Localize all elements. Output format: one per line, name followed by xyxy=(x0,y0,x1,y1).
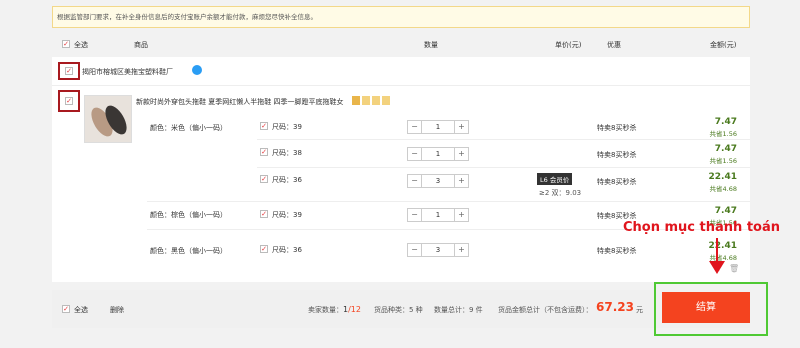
sku-checkbox[interactable] xyxy=(260,122,268,130)
decrease-button[interactable]: − xyxy=(408,175,422,187)
cart-card: 揭阳市榕城区美拖宝塑料鞋厂 新款时尚外穿包头拖鞋 夏季网红懒人半拖鞋 四季一脚蹬… xyxy=(52,57,750,282)
goods-total-label: 货品金额总计（不包含运费）： xyxy=(498,306,593,314)
sku-size: 尺码：39 xyxy=(272,123,302,131)
product-thumbnail[interactable] xyxy=(84,95,132,143)
sku-savings: 共省1.56 xyxy=(709,157,737,165)
quantity-total: 数量总计：9 件 xyxy=(434,306,483,314)
sku-size: 尺码：36 xyxy=(272,246,302,254)
sku-amount: 7.47 xyxy=(714,117,737,127)
currency-unit: 元 xyxy=(636,306,643,314)
quantity-stepper[interactable]: − 1 + xyxy=(407,120,469,134)
seller-count: 卖家数量：1/12 xyxy=(308,305,361,315)
amount-column-header: 金额(元) xyxy=(710,41,737,49)
wangwang-chat-icon[interactable] xyxy=(192,65,202,75)
promo-label: 特卖8买秒杀 xyxy=(597,124,637,132)
quantity-input[interactable]: 3 xyxy=(422,175,454,187)
divider xyxy=(257,167,750,168)
sku-amount: 22.41 xyxy=(708,172,737,182)
annotation-arrow-icon xyxy=(709,238,725,274)
quantity-input[interactable]: 1 xyxy=(422,121,454,133)
sku-size: 尺码：39 xyxy=(272,211,302,219)
tier-price: ≥2 双：9.03 xyxy=(539,189,582,197)
checkout-bar: 全选 删除 卖家数量：1/12 货品种类：5 种 数量总计：9 件 货品金额总计… xyxy=(52,290,750,328)
divider xyxy=(147,201,750,202)
sku-color: 颜色：米色（偏小一码） xyxy=(150,124,227,132)
table-header: 全选 商品 数量 单价(元) 优惠 金额(元) xyxy=(52,36,750,54)
increase-button[interactable]: + xyxy=(454,244,468,256)
sku-amount: 7.47 xyxy=(714,144,737,154)
badge-icon xyxy=(352,96,360,105)
seller-count-label: 卖家数量： xyxy=(308,306,343,314)
decrease-button[interactable]: − xyxy=(408,209,422,221)
shop-name[interactable]: 揭阳市榕城区美拖宝塑料鞋厂 xyxy=(82,67,173,77)
sku-size: 尺码：38 xyxy=(272,149,302,157)
unit-price-column-header: 单价(元) xyxy=(555,41,582,49)
divider xyxy=(257,139,750,140)
quantity-stepper[interactable]: − 3 + xyxy=(407,174,469,188)
sku-checkbox[interactable] xyxy=(260,210,268,218)
footer-select-all-checkbox[interactable] xyxy=(62,305,70,313)
sku-checkbox[interactable] xyxy=(260,245,268,253)
quantity-stepper[interactable]: − 3 + xyxy=(407,243,469,257)
member-price-badge: L6 会员价 xyxy=(537,173,573,185)
increase-button[interactable]: + xyxy=(454,148,468,160)
sku-checkbox[interactable] xyxy=(260,148,268,156)
discount-column-header: 优惠 xyxy=(607,41,621,49)
badge-icon xyxy=(372,96,380,105)
sku-amount: 7.47 xyxy=(714,206,737,216)
kinds-count: 货品种类：5 种 xyxy=(374,306,423,314)
sku-checkbox[interactable] xyxy=(260,175,268,183)
footer-select-all-label: 全选 xyxy=(74,306,88,314)
trash-icon[interactable]: 🗑 xyxy=(729,264,739,273)
quantity-stepper[interactable]: − 1 + xyxy=(407,147,469,161)
sku-savings: 共省1.56 xyxy=(709,130,737,138)
select-all-label: 全选 xyxy=(74,41,88,49)
annotation-text: Chọn mục thanh toán xyxy=(623,220,780,235)
decrease-button[interactable]: − xyxy=(408,121,422,133)
goods-total-amount: 67.23 xyxy=(596,300,634,314)
sku-savings: 共省4.68 xyxy=(709,185,737,193)
decrease-button[interactable]: − xyxy=(408,148,422,160)
product-checkbox[interactable] xyxy=(65,97,73,105)
sku-color: 颜色：棕色（偏小一码） xyxy=(150,211,227,219)
sku-size: 尺码：36 xyxy=(272,176,302,184)
divider xyxy=(52,85,750,86)
quantity-input[interactable]: 3 xyxy=(422,244,454,256)
select-all-checkbox[interactable] xyxy=(62,40,70,48)
promo-label: 特卖8买秒杀 xyxy=(597,247,637,255)
quantity-column-header: 数量 xyxy=(424,41,438,49)
delete-link[interactable]: 删除 xyxy=(110,305,124,315)
quantity-input[interactable]: 1 xyxy=(422,148,454,160)
promo-label: 特卖8买秒杀 xyxy=(597,178,637,186)
service-badges xyxy=(352,96,390,105)
sku-color: 颜色：黑色（偏小一码） xyxy=(150,247,227,255)
increase-button[interactable]: + xyxy=(454,121,468,133)
product-title[interactable]: 新款时尚外穿包头拖鞋 夏季网红懒人半拖鞋 四季一脚蹬平底拖鞋女 xyxy=(136,97,343,107)
notice-text: 根据监管部门要求，在补全身份信息后的支付宝账户余额才能付款，麻烦您尽快补全信息。 xyxy=(57,13,317,21)
checkout-button[interactable]: 结算 xyxy=(662,292,750,323)
increase-button[interactable]: + xyxy=(454,175,468,187)
quantity-input[interactable]: 1 xyxy=(422,209,454,221)
decrease-button[interactable]: − xyxy=(408,244,422,256)
increase-button[interactable]: + xyxy=(454,209,468,221)
promo-label: 特卖8买秒杀 xyxy=(597,151,637,159)
notice-bar: 根据监管部门要求，在补全身份信息后的支付宝账户余额才能付款，麻烦您尽快补全信息。 xyxy=(52,6,750,28)
shop-checkbox[interactable] xyxy=(65,67,73,75)
seller-total-value: /12 xyxy=(348,305,361,314)
quantity-stepper[interactable]: − 1 + xyxy=(407,208,469,222)
badge-icon xyxy=(362,96,370,105)
badge-icon xyxy=(382,96,390,105)
goods-column-header: 商品 xyxy=(134,41,148,49)
